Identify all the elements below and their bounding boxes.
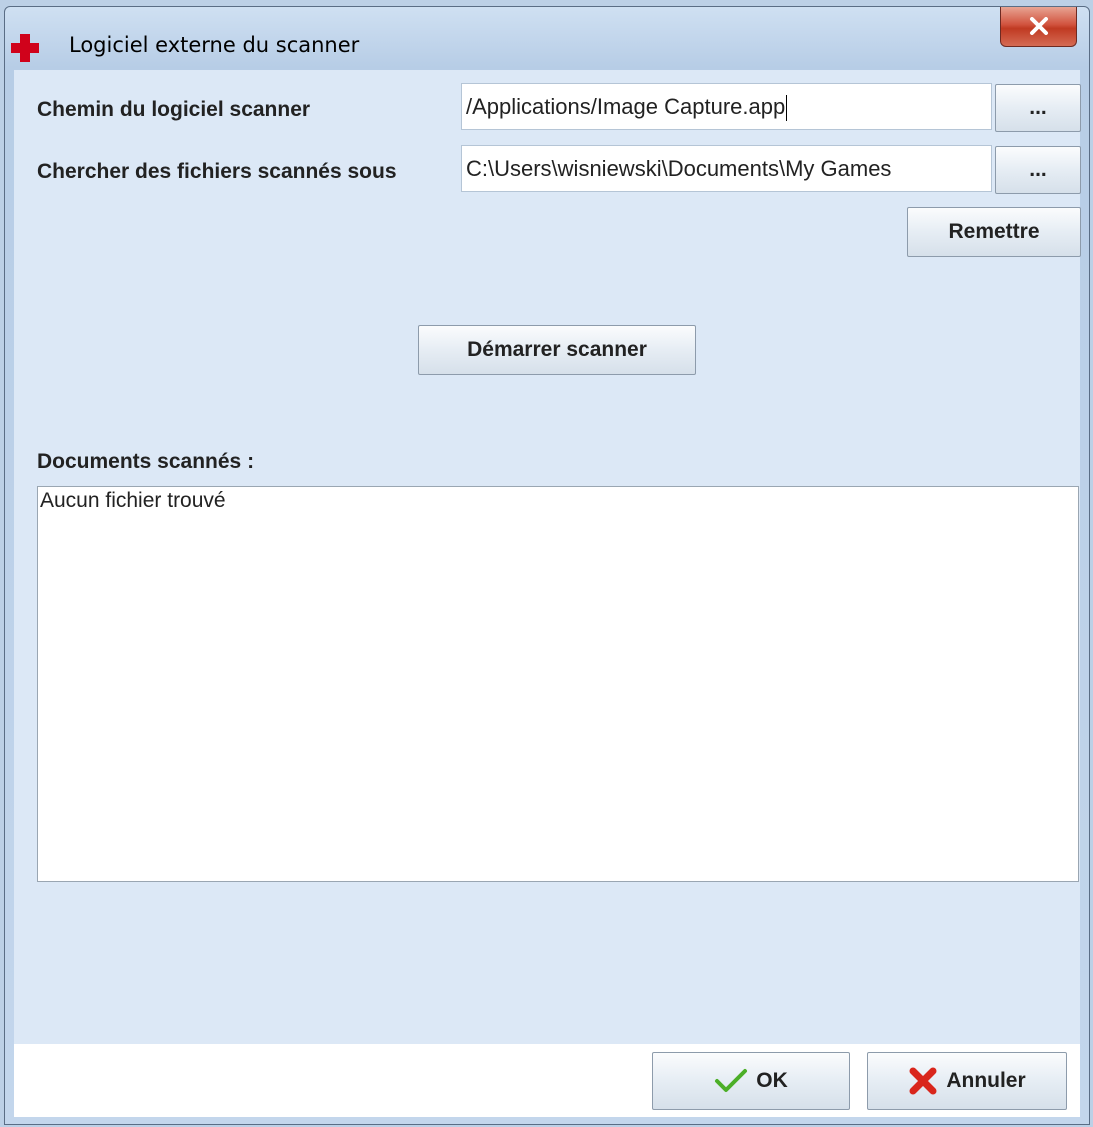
documents-label: Documents scannés : [37,450,255,473]
browse-search-dir-button[interactable]: ... [995,146,1081,194]
ok-label: OK [756,1069,788,1092]
search-dir-label: Chercher des fichiers scannés sous [37,160,397,183]
scanner-path-input[interactable]: /Applications/Image Capture.app [461,83,992,130]
window-title: Logiciel externe du scanner [69,33,360,57]
text-caret [786,95,788,122]
scanner-path-value: /Applications/Image Capture.app [466,94,786,119]
close-icon [1030,17,1048,35]
cancel-label: Annuler [946,1069,1026,1092]
ok-button[interactable]: OK [652,1052,850,1110]
scanner-path-label: Chemin du logiciel scanner [37,98,311,121]
red-x-icon [908,1066,938,1096]
documents-empty-text: Aucun fichier trouvé [40,489,226,512]
search-dir-value: C:\Users\wisniewski\Documents\My Games [466,156,892,181]
start-scanner-button[interactable]: Démarrer scanner [418,325,696,375]
close-button[interactable] [1000,7,1077,47]
red-cross-icon [11,34,39,62]
title-bar[interactable]: Logiciel externe du scanner [5,7,1089,73]
checkmark-icon [714,1068,748,1094]
search-dir-input[interactable]: C:\Users\wisniewski\Documents\My Games [461,145,992,192]
button-bar: OK Annuler [14,1044,1080,1117]
scanned-documents-list[interactable]: Aucun fichier trouvé [37,486,1079,882]
reset-button[interactable]: Remettre [907,207,1081,257]
browse-scanner-path-button[interactable]: ... [995,84,1081,132]
cancel-button[interactable]: Annuler [867,1052,1067,1110]
